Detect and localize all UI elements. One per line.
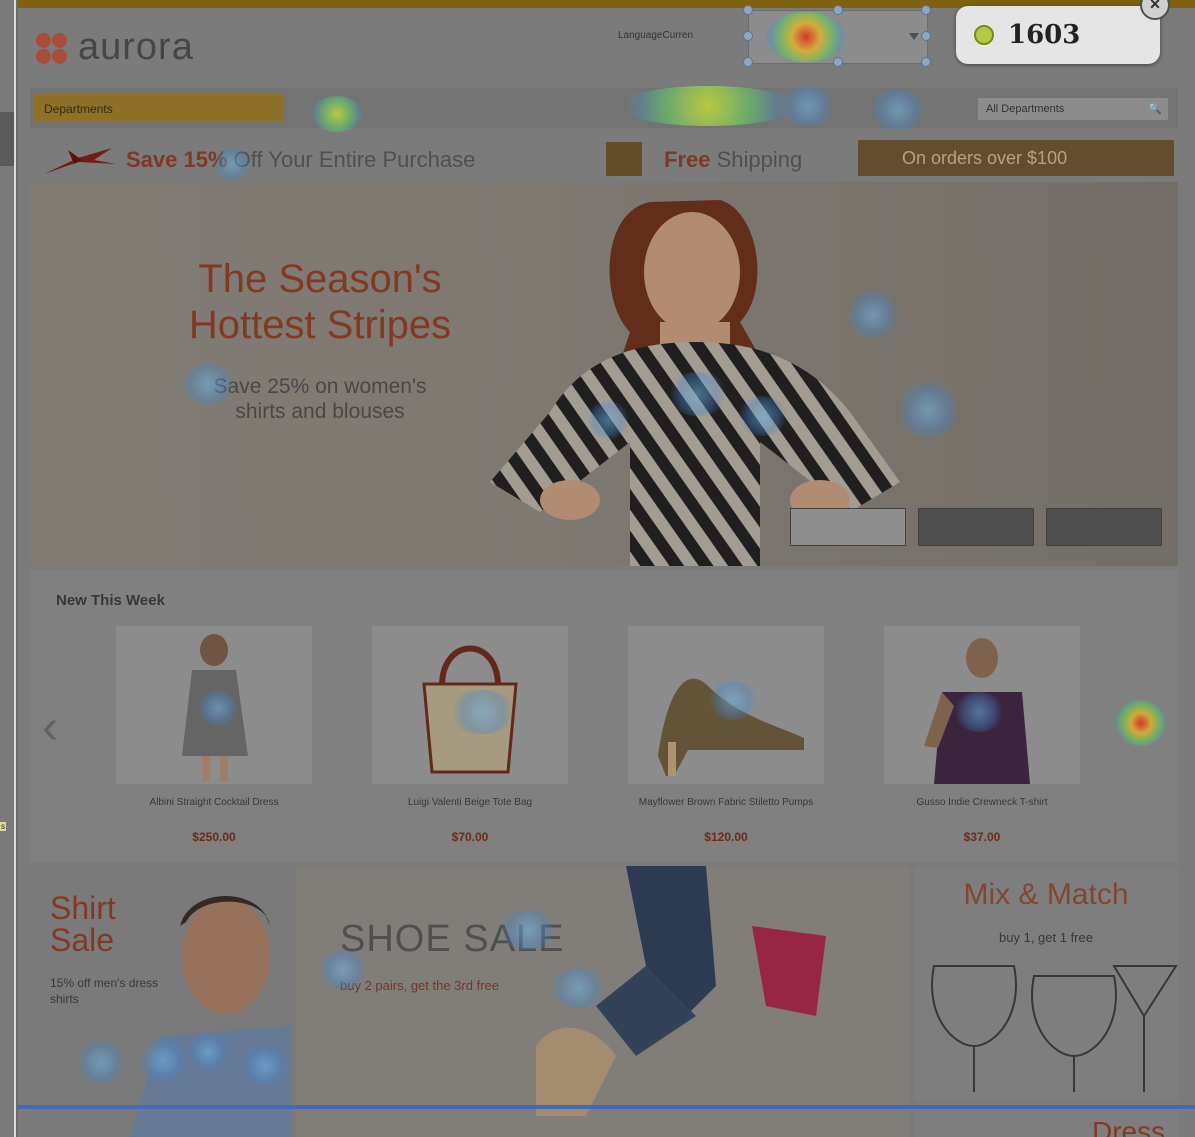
resize-handle[interactable]	[743, 31, 753, 41]
nav-bar: Departments All Departments 🔍	[30, 88, 1178, 128]
dress-image	[182, 634, 248, 782]
product-name[interactable]: Luigi Valenti Beige Tote Bag	[372, 796, 568, 824]
product-card[interactable]: Luigi Valenti Beige Tote Bag $70.00	[372, 626, 568, 844]
resize-handle[interactable]	[743, 57, 753, 67]
promo-strip: Save 15% Off Your Entire Purchase Free S…	[30, 138, 1178, 180]
left-panel-shade	[0, 112, 14, 166]
left-panel-strip: s	[0, 0, 16, 1137]
departments-button[interactable]: Departments	[34, 94, 284, 122]
free-shipping-bold: Free	[664, 147, 711, 172]
product-image[interactable]	[372, 626, 568, 784]
hero-thumbnail[interactable]	[918, 508, 1034, 546]
save-offer[interactable]: Save 15% Off Your Entire Purchase	[126, 147, 475, 173]
tote-bag-image	[422, 645, 518, 774]
resize-handle[interactable]	[743, 5, 753, 15]
search-placeholder: All Departments	[986, 103, 1065, 115]
save-offer-text: Off Your Entire Purchase	[227, 147, 476, 172]
resize-handle[interactable]	[833, 5, 843, 15]
chevron-down-icon	[909, 33, 919, 40]
left-panel-tag: s	[0, 822, 6, 831]
store-page: aurora LanguageCurren 1603 × Departments…	[18, 0, 1195, 1137]
product-price: $70.00	[451, 830, 489, 844]
product-image[interactable]	[884, 626, 1080, 784]
mix-match-banner[interactable]: Mix & Match buy 1, get 1 free	[914, 866, 1178, 1102]
hero-thumbnail[interactable]	[1046, 508, 1162, 546]
resize-handle[interactable]	[921, 57, 931, 67]
shirt-sale-title2: Sale	[50, 922, 115, 958]
product-image[interactable]	[116, 626, 312, 784]
hero-banner[interactable]: The Season's Hottest Stripes Save 25% on…	[30, 182, 1178, 566]
shoe-sale-subtitle: buy 2 pairs, get the 3rd free	[340, 978, 499, 993]
product-card[interactable]: Gusso Indie Crewneck T-shirt $37.00	[884, 626, 1080, 844]
product-name[interactable]: Gusso Indie Crewneck T-shirt	[884, 796, 1080, 824]
product-name[interactable]: Mayflower Brown Fabric Stiletto Pumps	[628, 796, 824, 824]
free-shipping-text: Shipping	[710, 147, 803, 172]
product-card[interactable]: Mayflower Brown Fabric Stiletto Pumps $1…	[628, 626, 824, 844]
resize-handle[interactable]	[833, 57, 843, 67]
product-card[interactable]: Albini Straight Cocktail Dress $250.00	[116, 626, 312, 844]
resize-handle[interactable]	[921, 31, 931, 41]
hero-thumbnails	[790, 508, 1162, 546]
search-input[interactable]: All Departments 🔍	[978, 98, 1168, 120]
click-count-bubble: 1603	[956, 6, 1160, 64]
language-select[interactable]	[743, 5, 931, 67]
new-this-week-section: New This Week ‹ Albini Straight Cocktail…	[30, 570, 1178, 862]
dress-banner-title: Dress	[1092, 1116, 1166, 1137]
click-count: 1603	[1008, 20, 1081, 50]
shipping-box-icon	[606, 142, 642, 176]
wine-glasses-image	[931, 965, 1178, 1092]
save-offer-bold: Save 15%	[126, 147, 228, 172]
chevron-left-icon[interactable]: ‹	[42, 700, 58, 755]
status-dot-icon	[974, 25, 994, 45]
shirt-sale-banner[interactable]: Shirt Sale 15% off men's dress shirts	[30, 866, 292, 1137]
search-icon[interactable]: 🔍	[1148, 102, 1162, 115]
shoe-sale-banner[interactable]: SHOE SALE buy 2 pairs, get the 3rd free	[296, 866, 910, 1137]
tshirt-image	[924, 638, 1030, 784]
heatmap-screenshot: s aurora LanguageCurren 1603 × Departmen…	[0, 0, 1195, 1137]
language-currency-label: LanguageCurren	[618, 30, 694, 41]
product-price: $250.00	[192, 830, 236, 844]
bottom-rule	[18, 1105, 1195, 1109]
free-shipping-offer[interactable]: Free Shipping	[664, 147, 802, 173]
product-price: $120.00	[704, 830, 748, 844]
hero-thumbnail[interactable]	[790, 508, 906, 546]
shoe-sale-title: SHOE SALE	[340, 918, 565, 960]
shirt-sale-title1: Shirt	[50, 890, 116, 926]
product-image[interactable]	[628, 626, 824, 784]
product-name[interactable]: Albini Straight Cocktail Dress	[116, 796, 312, 824]
shirt-sale-subtitle: 15% off men's dress shirts	[50, 976, 159, 1006]
pump-shoe-image	[658, 678, 804, 776]
orders-over-banner[interactable]: On orders over $100	[858, 140, 1174, 176]
section-heading: New This Week	[56, 592, 165, 609]
logo-flower-icon	[34, 29, 72, 67]
gift-bow-icon	[44, 148, 116, 174]
resize-handle[interactable]	[921, 5, 931, 15]
shirt-sale-title: Shirt Sale	[50, 892, 116, 956]
shoe-sale-image	[536, 866, 826, 1116]
product-price: $37.00	[963, 830, 1001, 844]
aurora-logo[interactable]: aurora	[34, 26, 194, 69]
logo-text: aurora	[78, 26, 194, 68]
